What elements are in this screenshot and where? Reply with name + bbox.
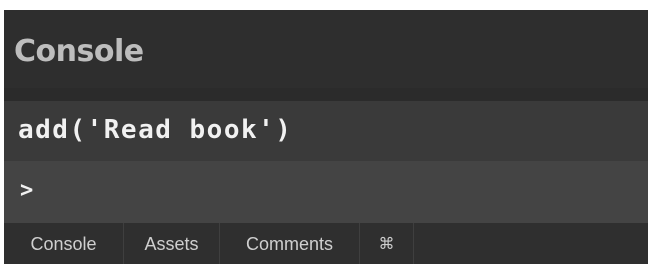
panel-title: Console — [14, 34, 144, 69]
tab-console[interactable]: Console — [4, 223, 124, 264]
console-header: Console — [4, 10, 648, 88]
tab-comments[interactable]: Comments — [220, 223, 360, 264]
tab-bar: Console Assets Comments ⌘ — [4, 223, 648, 264]
console-input[interactable]: > — [4, 161, 648, 223]
console-output-text: add('Read book') — [18, 115, 293, 145]
tab-assets[interactable]: Assets — [124, 223, 220, 264]
console-panel: Console add('Read book') > Console Asset… — [4, 10, 648, 264]
console-output-line: add('Read book') — [4, 101, 648, 161]
tab-shortcuts-icon[interactable]: ⌘ — [360, 223, 414, 264]
prompt-icon: > — [20, 178, 34, 203]
